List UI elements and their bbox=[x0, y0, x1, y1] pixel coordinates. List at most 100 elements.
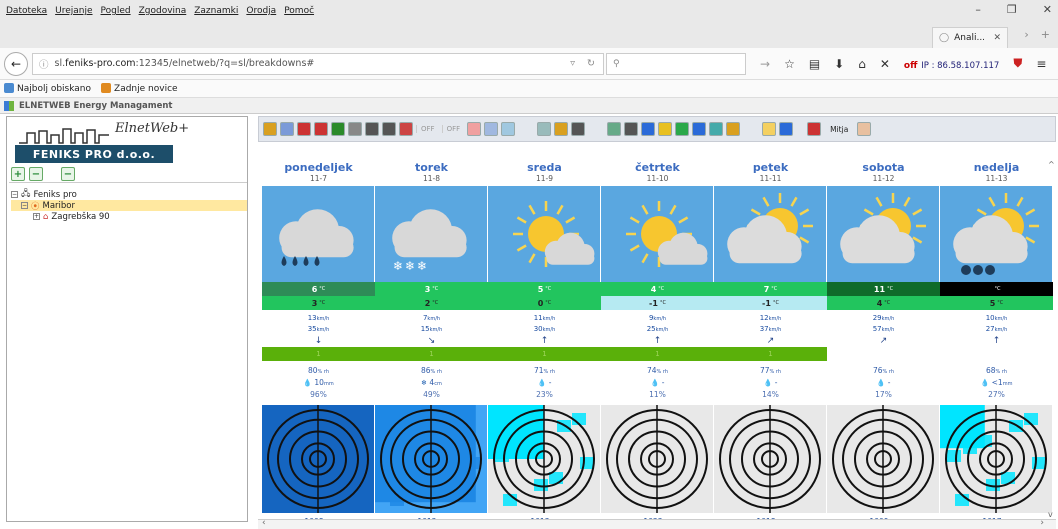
min-temp: 4 °C bbox=[827, 296, 940, 310]
wind-gust: 57km/h bbox=[872, 325, 895, 333]
bookmark-star-icon[interactable]: ☆ bbox=[784, 57, 795, 71]
bookmarks-bar: Najbolj obiskano Zadnje novice bbox=[0, 80, 1058, 98]
menu-item[interactable]: Pomoč bbox=[284, 6, 314, 16]
stack-icon[interactable] bbox=[314, 122, 328, 136]
browser-icon[interactable] bbox=[641, 122, 656, 136]
line-chart-icon[interactable] bbox=[280, 122, 294, 136]
calendar-icon[interactable] bbox=[484, 122, 499, 136]
tree-node-zagrebska[interactable]: + ⌂ Zagrebška 90 bbox=[11, 211, 247, 222]
weather-icon bbox=[940, 186, 1052, 282]
forecast-day: torek 11-8 ❄ ❄ ❄ 3 °C 2 °C 7km/h 15km/h ↘ 1 … bbox=[375, 162, 488, 527]
info-icon[interactable]: ⓘ bbox=[39, 57, 49, 71]
day-name: sobota bbox=[862, 161, 905, 174]
browser-tab[interactable]: ◯ Anali... ✕ bbox=[932, 27, 1008, 48]
toggle-off-1[interactable]: OFF bbox=[416, 125, 439, 133]
tree-node-root[interactable]: − 🖧 Feniks pro bbox=[11, 189, 247, 200]
menu-item[interactable]: Pogled bbox=[101, 6, 131, 16]
minimize-icon[interactable]: – bbox=[975, 3, 981, 16]
table-icon[interactable] bbox=[382, 122, 396, 136]
loading-icon: ◯ bbox=[939, 33, 950, 43]
day-date: 11-11 bbox=[759, 174, 782, 183]
reader-icon[interactable]: ▤ bbox=[809, 57, 820, 71]
wind-speed: 7km/h bbox=[422, 314, 441, 322]
scroll-right-icon[interactable]: › bbox=[1040, 518, 1044, 528]
home-icon[interactable]: ⌂ bbox=[858, 57, 866, 71]
url-prefix: sl. bbox=[54, 58, 66, 69]
dropdown-icon[interactable]: ▿ bbox=[570, 58, 575, 69]
scroll-up-icon[interactable]: ^ bbox=[1048, 160, 1055, 169]
forecast-day: petek 11-11 7 °C -1 °C 12km/h 37km/h ↗ 1 7… bbox=[714, 162, 827, 527]
max-temp: 7 °C bbox=[714, 282, 827, 296]
layers-icon[interactable] bbox=[331, 122, 345, 136]
restore-icon[interactable]: ❐ bbox=[1007, 3, 1017, 16]
day-date: 11-13 bbox=[985, 174, 1008, 183]
chart-line-icon[interactable] bbox=[537, 122, 552, 136]
menu-item[interactable]: Orodja bbox=[246, 6, 276, 16]
wind-speed: 13km/h bbox=[307, 314, 330, 322]
collapse-button[interactable]: − bbox=[29, 167, 43, 181]
image-icon[interactable] bbox=[399, 122, 413, 136]
sun-icon[interactable] bbox=[762, 122, 777, 136]
download-icon[interactable]: ⬇ bbox=[834, 57, 844, 71]
grid-icon[interactable] bbox=[571, 122, 586, 136]
bar-chart-icon[interactable] bbox=[263, 122, 277, 136]
bookmark-latest-news[interactable]: Zadnje novice bbox=[101, 83, 178, 94]
horizontal-scrollbar[interactable]: ‹ › bbox=[258, 518, 1056, 529]
close-icon[interactable]: ✕ bbox=[1043, 3, 1052, 16]
x-icon[interactable]: ✕ bbox=[880, 57, 890, 71]
precipitation: 💧 - bbox=[763, 378, 778, 387]
bookmark-most-visited[interactable]: Najbolj obiskano bbox=[4, 83, 91, 94]
calendar-icon[interactable] bbox=[467, 122, 482, 136]
trend-icon[interactable] bbox=[365, 122, 379, 136]
gauge-icon[interactable] bbox=[607, 122, 622, 136]
vpn-status[interactable]: off IP : 86.58.107.117 bbox=[904, 57, 999, 71]
search-input[interactable]: ⚲ bbox=[606, 52, 746, 75]
calendar-icon[interactable] bbox=[501, 122, 516, 136]
close-tab-icon[interactable]: ✕ bbox=[993, 33, 1001, 43]
forward-icon[interactable]: → bbox=[760, 57, 770, 71]
droplet-icon: 💧 bbox=[650, 379, 660, 387]
wind-speed: 12km/h bbox=[759, 314, 782, 322]
humidity: 71% rh bbox=[533, 366, 556, 375]
table-icon[interactable] bbox=[624, 122, 639, 136]
back-icon[interactable]: ← bbox=[4, 51, 28, 76]
dollar-icon[interactable] bbox=[675, 122, 690, 136]
forecast-day: sreda 11-9 5 °C 0 °C 11km/h 30km/h ↑ 1 71%… bbox=[488, 162, 601, 527]
toggle-off-2[interactable]: OFF bbox=[441, 125, 465, 133]
lightning-icon[interactable] bbox=[658, 122, 673, 136]
scroll-down-icon[interactable]: v bbox=[1048, 510, 1053, 519]
new-tab-icon[interactable]: + bbox=[1041, 28, 1050, 41]
bar-chart-icon[interactable] bbox=[554, 122, 569, 136]
tab-scroll-right-icon[interactable]: › bbox=[1024, 28, 1028, 41]
hamburger-menu-icon[interactable]: ≡ bbox=[1036, 57, 1046, 71]
radar-map bbox=[714, 405, 826, 513]
help-icon[interactable] bbox=[779, 122, 794, 136]
logout-icon[interactable] bbox=[807, 122, 822, 136]
vertical-scrollbar[interactable]: ^ v bbox=[1048, 160, 1056, 519]
menu-item[interactable]: Zgodovina bbox=[139, 6, 187, 16]
forecast-day: ponedeljek 11-7 6 °C 3 °C 13km/h 35km/h ↓ … bbox=[262, 162, 375, 527]
bar-chart-icon[interactable] bbox=[726, 122, 741, 136]
min-temp: -1 °C bbox=[601, 296, 714, 310]
url-bar[interactable]: ⓘ sl.feniks-pro.com:12345/elnetweb/?q=sl… bbox=[32, 52, 604, 75]
menu-bar: Datoteka Urejanje Pogled Zgodovina Zaznamki O… bbox=[0, 0, 1058, 22]
menu-item[interactable]: Datoteka bbox=[6, 6, 47, 16]
shield-icon[interactable]: ⛊ bbox=[1013, 56, 1022, 71]
menu-item[interactable]: Urejanje bbox=[55, 6, 92, 16]
day-name: nedelja bbox=[973, 161, 1020, 174]
user-avatar-icon[interactable] bbox=[857, 122, 872, 136]
wind-direction-icon: ↗ bbox=[766, 336, 775, 346]
left-pane: ElnetWeb+ FENIKS PRO d.o.o. + − − − 🖧 Feni… bbox=[6, 116, 248, 522]
add-button[interactable]: + bbox=[11, 167, 25, 181]
tree-node-maribor[interactable]: − ⦿ Maribor bbox=[11, 200, 247, 212]
pie-chart-icon[interactable] bbox=[297, 122, 311, 136]
globe-icon[interactable] bbox=[692, 122, 707, 136]
svg-text:❄: ❄ bbox=[405, 259, 415, 273]
remove-button[interactable]: − bbox=[61, 167, 75, 181]
wind-icon[interactable] bbox=[709, 122, 724, 136]
menu-item[interactable]: Zaznamki bbox=[194, 6, 238, 16]
reload-icon[interactable]: ↻ bbox=[587, 58, 595, 69]
thermometer-icon[interactable] bbox=[348, 122, 362, 136]
forecast-pane: OFF OFF Mitja ponedeljek 11-7 6 °C 3 °C 13km… bbox=[258, 116, 1056, 529]
scroll-left-icon[interactable]: ‹ bbox=[262, 518, 266, 528]
